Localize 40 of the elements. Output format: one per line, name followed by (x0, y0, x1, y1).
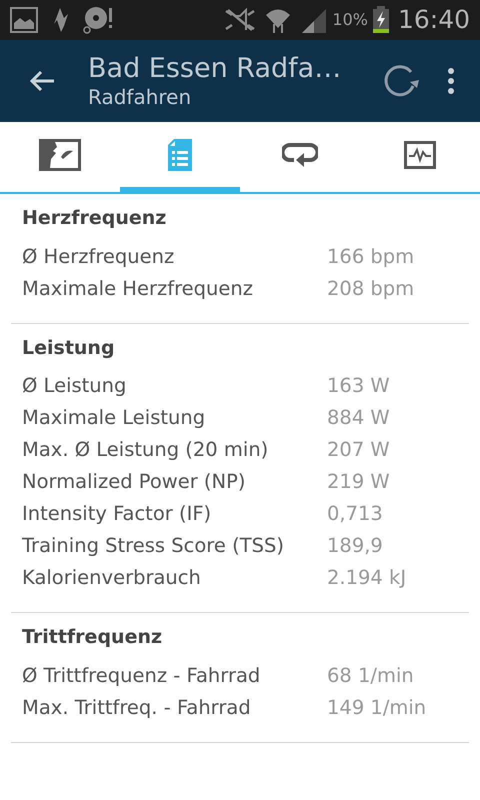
stat-value: 189,9 (327, 533, 383, 560)
stat-label: Maximale Leistung (22, 405, 206, 432)
stat-value: 219 W (327, 469, 390, 496)
stat-value: 163 W (327, 373, 390, 400)
signal-icon (300, 7, 328, 33)
stat-value: 884 W (327, 405, 390, 432)
battery-charging-icon (372, 6, 390, 34)
battery-percentage: 10% (332, 9, 368, 31)
stat-label: Kalorienverbrauch (22, 565, 202, 592)
mute-icon (224, 7, 256, 33)
loop-arrow-icon[interactable] (282, 140, 318, 168)
more-icon (447, 68, 455, 94)
stat-label: Ø Herzfrequenz (22, 244, 176, 270)
clock-time: 16:40 (398, 4, 470, 36)
back-arrow-icon (29, 70, 55, 92)
picture-icon (10, 7, 38, 33)
stat-label: Training Stress Score (TSS) (22, 533, 285, 560)
activity-title: Bad Essen Radfa… (88, 53, 342, 85)
stat-value: 149 1/min (327, 694, 426, 721)
stat-label: Max. Trittfreq. - Fahrrad (22, 694, 252, 721)
stat-value: 208 bpm (327, 276, 414, 302)
stat-value: 0,713 (327, 501, 383, 528)
stat-label: Maximale Herzfrequenz (22, 276, 254, 302)
section-heading: Leistung (22, 336, 116, 360)
stat-label: Ø Leistung (22, 373, 128, 400)
stat-label: Intensity Factor (IF) (22, 501, 212, 528)
activity-chart-icon[interactable] (404, 140, 436, 168)
refresh-icon (383, 64, 419, 98)
stat-value: 68 1/min (327, 662, 414, 689)
stat-label: Ø Trittfrequenz - Fahrrad (22, 662, 262, 689)
stat-value: 207 W (327, 437, 390, 464)
stat-label: Normalized Power (NP) (22, 469, 246, 496)
map-icon[interactable] (39, 138, 81, 170)
section-heading: Herzfrequenz (22, 206, 168, 231)
section-heading: Trittfrequenz (22, 625, 164, 650)
stat-value: 2.194 kJ (327, 565, 406, 592)
stat-value: 166 bpm (327, 244, 414, 270)
disc-alert-icon (82, 5, 114, 35)
activity-subtitle: Radfahren (88, 84, 192, 109)
stat-label: Max. Ø Leistung (20 min) (22, 437, 270, 464)
